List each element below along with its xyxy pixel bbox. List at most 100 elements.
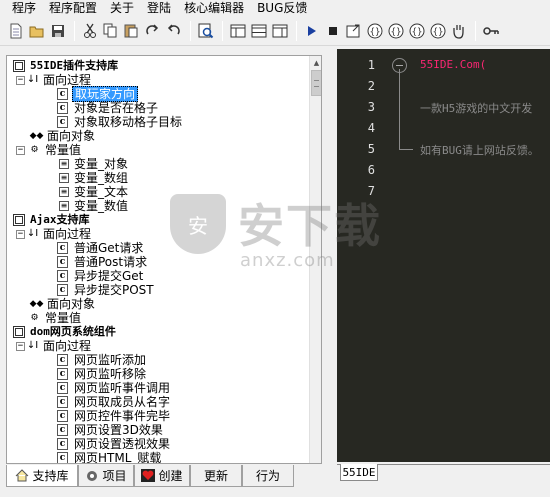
- tree-node-lib-ajax[interactable]: Ajax支持库: [7, 213, 309, 227]
- undo-icon[interactable]: [164, 21, 183, 41]
- run-icon[interactable]: [302, 21, 321, 41]
- menu-bug-report[interactable]: BUG反馈: [257, 0, 307, 16]
- tree-node-object[interactable]: ◆◆ 面向对象: [7, 129, 309, 143]
- brace-icon[interactable]: {}: [386, 21, 405, 41]
- process-icon: ↓Ⅰ: [26, 228, 39, 239]
- tree-item-command[interactable]: c 网页设置透视效果: [7, 437, 309, 451]
- editor-tab-55ide[interactable]: 55IDE: [340, 464, 378, 481]
- tree-item-command[interactable]: c 取玩家方向: [7, 86, 309, 102]
- tree-item-command[interactable]: c 网页控件事件完毕: [7, 409, 309, 423]
- tree-label: 面向过程: [43, 339, 92, 353]
- command-icon: c: [57, 438, 68, 450]
- code-comment[interactable]: 一款H5游戏的中文开发: [420, 100, 532, 116]
- tree-item-command[interactable]: c 网页监听添加: [7, 353, 309, 367]
- layout-split-icon[interactable]: [249, 21, 268, 41]
- key-icon[interactable]: [481, 21, 500, 41]
- tree-label: 变量_数组: [74, 171, 129, 185]
- command-icon: c: [57, 382, 68, 394]
- collapse-icon[interactable]: −: [16, 76, 25, 85]
- tree-item-command[interactable]: c 普通Get请求: [7, 241, 309, 255]
- brace-icon[interactable]: {}: [365, 21, 384, 41]
- code-editor[interactable]: 1 2 3 4 5 6 7 55IDE.Com( 一款H5游戏的中文开发 如有B…: [337, 49, 550, 462]
- code-line[interactable]: 55IDE.Com(: [420, 58, 486, 71]
- tree-item-command[interactable]: c 异步提交Get: [7, 269, 309, 283]
- toolbar-separator: [74, 20, 75, 41]
- constant-icon: ⚙: [30, 145, 39, 155]
- tree-item-command[interactable]: c 网页监听事件调用: [7, 381, 309, 395]
- save-icon[interactable]: [48, 21, 67, 41]
- tree-item-command[interactable]: c 对象是否在格子: [7, 101, 309, 115]
- cut-icon[interactable]: [80, 21, 99, 41]
- tree-item-command[interactable]: c 网页设置3D效果: [7, 423, 309, 437]
- menu-bar: 程序 程序配置 关于 登陆 核心编辑器 BUG反馈: [0, 0, 550, 16]
- left-panel-tabs: 支持库 项目 创建 更新 行为: [6, 465, 322, 487]
- tree-node-const[interactable]: − ⚙ 常量值: [7, 143, 309, 157]
- copy-icon[interactable]: [101, 21, 120, 41]
- menu-about[interactable]: 关于: [110, 0, 134, 16]
- menu-login[interactable]: 登陆: [147, 0, 171, 16]
- paste-icon[interactable]: [122, 21, 141, 41]
- menu-program-config[interactable]: 程序配置: [49, 0, 97, 16]
- collapse-icon[interactable]: −: [16, 146, 25, 155]
- command-icon: c: [57, 242, 68, 254]
- fold-guide-end: [399, 149, 413, 150]
- fold-guide: [399, 69, 400, 150]
- tab-create[interactable]: 创建: [134, 465, 190, 487]
- tab-support-library[interactable]: 支持库: [6, 465, 78, 487]
- panel-splitter[interactable]: [323, 49, 337, 497]
- layout-right-icon[interactable]: [270, 21, 289, 41]
- tree-label: 常量值: [45, 311, 82, 325]
- line-number: 1: [367, 58, 375, 72]
- redo-icon[interactable]: [143, 21, 162, 41]
- tree-node-lib-dom[interactable]: dom网页系统组件: [7, 325, 309, 339]
- tab-label: 项目: [102, 469, 127, 483]
- open-folder-icon[interactable]: [27, 21, 46, 41]
- tree-item-command[interactable]: c 网页HTML_赋载: [7, 451, 309, 463]
- tree-item-variable[interactable]: ≡ 变量_对象: [7, 157, 309, 171]
- menu-core-editor[interactable]: 核心编辑器: [184, 0, 244, 16]
- tree-node-const[interactable]: ⚙ 常量值: [7, 311, 309, 325]
- tree-scrollbar[interactable]: ▲: [309, 56, 321, 463]
- tree-item-command[interactable]: c 网页监听移除: [7, 367, 309, 381]
- tree-node-object[interactable]: ◆◆ 面向对象: [7, 297, 309, 311]
- layout-left-icon[interactable]: [228, 21, 247, 41]
- tree-item-command[interactable]: c 网页取成员从名字: [7, 395, 309, 409]
- support-library-panel: 55IDE插件支持库 − ↓Ⅰ 面向过程 c 取玩家方向 c 对象是否在格子 c…: [6, 55, 322, 464]
- tree-node-lib-55ide[interactable]: 55IDE插件支持库: [7, 59, 309, 73]
- tree-node-process[interactable]: − ↓Ⅰ 面向过程: [7, 73, 309, 87]
- collapse-icon[interactable]: −: [16, 230, 25, 239]
- scroll-up-icon[interactable]: ▲: [310, 56, 321, 69]
- fold-toggle-icon[interactable]: [392, 58, 407, 73]
- tree-label: 网页HTML_赋载: [74, 451, 162, 463]
- line-number: 3: [367, 100, 375, 114]
- scroll-thumb[interactable]: [311, 70, 321, 96]
- command-icon: c: [57, 284, 68, 296]
- export-icon[interactable]: [344, 21, 363, 41]
- brace-icon[interactable]: {}: [428, 21, 447, 41]
- tab-update[interactable]: 更新: [190, 465, 242, 487]
- toolbar: {} {} {} {}: [0, 16, 550, 46]
- menu-program[interactable]: 程序: [12, 0, 36, 16]
- tree-node-process[interactable]: − ↓Ⅰ 面向过程: [7, 227, 309, 241]
- tree-item-command[interactable]: c 普通Post请求: [7, 255, 309, 269]
- tree-item-variable[interactable]: ≡ 变量_数组: [7, 171, 309, 185]
- brace-icon[interactable]: {}: [407, 21, 426, 41]
- stop-icon[interactable]: [323, 21, 342, 41]
- tree-item-command[interactable]: c 对象取移动格子目标: [7, 115, 309, 129]
- tree-label: 面向对象: [47, 129, 96, 143]
- tree-item-variable[interactable]: ≡ 变量_数值: [7, 199, 309, 213]
- find-icon[interactable]: [196, 21, 215, 41]
- hand-icon[interactable]: [449, 21, 468, 41]
- gear-icon: [85, 469, 99, 483]
- tab-project[interactable]: 项目: [78, 465, 134, 487]
- library-tree[interactable]: 55IDE插件支持库 − ↓Ⅰ 面向过程 c 取玩家方向 c 对象是否在格子 c…: [7, 56, 309, 463]
- toolbar-separator: [190, 20, 191, 41]
- code-comment[interactable]: 如有BUG请上网站反馈。: [420, 142, 539, 158]
- tree-item-variable[interactable]: ≡ 变量_文本: [7, 185, 309, 199]
- tree-item-command[interactable]: c 异步提交POST: [7, 283, 309, 297]
- toolbar-separator: [296, 20, 297, 41]
- new-file-icon[interactable]: [6, 21, 25, 41]
- tab-behavior[interactable]: 行为: [242, 465, 294, 487]
- tree-node-process[interactable]: − ↓Ⅰ 面向过程: [7, 339, 309, 353]
- collapse-icon[interactable]: −: [16, 342, 25, 351]
